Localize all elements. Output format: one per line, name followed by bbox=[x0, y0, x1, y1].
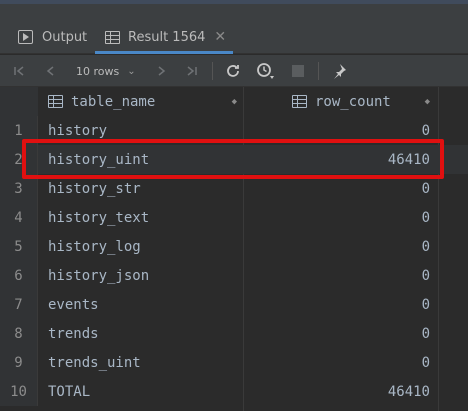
results-toolbar: 10 rows ⌄ bbox=[0, 55, 468, 87]
column-header-table-name[interactable]: table_name ◆ bbox=[48, 87, 243, 116]
tab-result[interactable]: Result 1564 ✕ bbox=[95, 20, 233, 54]
table-row[interactable]: 10 TOTAL 46410 bbox=[0, 377, 468, 406]
results-tab-bar: Output Result 1564 ✕ bbox=[0, 20, 468, 54]
tab-output-label: Output bbox=[42, 29, 88, 45]
next-page-icon[interactable] bbox=[150, 55, 172, 87]
table-row[interactable]: 9 trends_uint 0 bbox=[0, 348, 468, 377]
row-number: 7 bbox=[0, 290, 38, 319]
cell-table-name[interactable]: trends bbox=[48, 319, 99, 348]
highlight-annotation-box bbox=[22, 139, 444, 179]
table-row[interactable]: 4 history_text 0 bbox=[0, 203, 468, 232]
tab-result-label: Result 1564 bbox=[128, 29, 206, 45]
column-icon bbox=[292, 95, 307, 108]
row-number: 9 bbox=[0, 348, 38, 377]
cell-table-name[interactable]: TOTAL bbox=[48, 377, 90, 406]
row-number: 6 bbox=[0, 261, 38, 290]
cell-table-name[interactable]: history_json bbox=[48, 261, 149, 290]
row-number: 10 bbox=[0, 377, 38, 406]
row-number-header bbox=[0, 87, 38, 116]
toolbar-divider bbox=[212, 62, 213, 80]
results-grid: table_name ◆ row_count ◆ 1 history 0 2 h… bbox=[0, 87, 468, 411]
column-header-row-count[interactable]: row_count ◆ bbox=[246, 87, 436, 116]
table-row[interactable]: 8 trends 0 bbox=[0, 319, 468, 348]
cell-table-name[interactable]: events bbox=[48, 290, 99, 319]
cell-row-count[interactable]: 0 bbox=[422, 319, 430, 348]
cell-row-count[interactable]: 46410 bbox=[388, 377, 430, 406]
grid-header: table_name ◆ row_count ◆ bbox=[0, 87, 468, 116]
table-grid-icon bbox=[105, 30, 120, 44]
refresh-icon[interactable] bbox=[222, 55, 244, 87]
row-number: 8 bbox=[0, 319, 38, 348]
cell-table-name[interactable]: history_text bbox=[48, 203, 149, 232]
page-size-dropdown[interactable]: 10 rows ⌄ bbox=[76, 55, 136, 87]
table-row[interactable]: 7 events 0 bbox=[0, 290, 468, 319]
cell-row-count[interactable]: 0 bbox=[422, 290, 430, 319]
stop-icon[interactable] bbox=[288, 55, 308, 87]
pin-icon[interactable] bbox=[328, 55, 350, 87]
cell-table-name[interactable]: history_log bbox=[48, 232, 141, 261]
cell-row-count[interactable]: 0 bbox=[422, 261, 430, 290]
run-icon bbox=[18, 30, 33, 44]
tab-output[interactable]: Output bbox=[18, 20, 87, 54]
last-page-icon[interactable] bbox=[181, 55, 203, 87]
cell-row-count[interactable]: 0 bbox=[422, 232, 430, 261]
row-number: 4 bbox=[0, 203, 38, 232]
first-page-icon[interactable] bbox=[8, 55, 30, 87]
cell-table-name[interactable]: trends_uint bbox=[48, 348, 141, 377]
window-top-strip bbox=[0, 0, 468, 20]
cell-row-count[interactable]: 0 bbox=[422, 203, 430, 232]
column-header-label: row_count bbox=[315, 93, 391, 110]
history-icon[interactable] bbox=[253, 55, 279, 87]
column-header-label: table_name bbox=[71, 93, 156, 110]
table-row[interactable]: 6 history_json 0 bbox=[0, 261, 468, 290]
sort-icon[interactable]: ◆ bbox=[425, 97, 430, 107]
top-accent bbox=[0, 0, 468, 4]
column-icon bbox=[48, 95, 63, 108]
sort-icon[interactable]: ◆ bbox=[232, 97, 237, 107]
toolbar-divider-2 bbox=[318, 62, 319, 80]
active-tab-indicator bbox=[95, 51, 233, 54]
prev-page-icon[interactable] bbox=[40, 55, 62, 87]
close-icon[interactable]: ✕ bbox=[214, 29, 226, 45]
table-row[interactable]: 5 history_log 0 bbox=[0, 232, 468, 261]
row-number: 5 bbox=[0, 232, 38, 261]
rows-count-label: 10 rows bbox=[76, 64, 120, 78]
chevron-down-icon: ⌄ bbox=[127, 65, 136, 77]
cell-row-count[interactable]: 0 bbox=[422, 348, 430, 377]
